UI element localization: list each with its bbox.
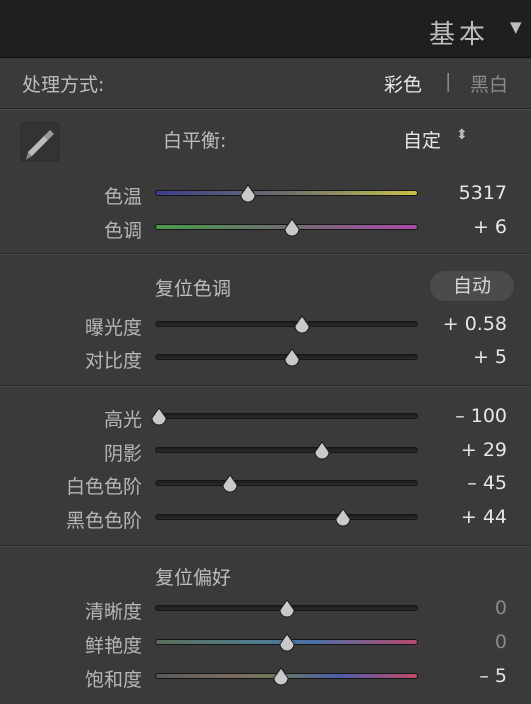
- reset-presence-button[interactable]: 复位偏好: [155, 563, 231, 590]
- shadows-thumb[interactable]: [313, 441, 331, 461]
- vibrance-label: 鲜艳度: [84, 635, 142, 657]
- whites-thumb[interactable]: [221, 474, 239, 494]
- temp-track[interactable]: [155, 190, 418, 196]
- tint-thumb[interactable]: [283, 218, 301, 238]
- exposure-thumb[interactable]: [293, 315, 311, 335]
- eyedropper-icon[interactable]: [18, 120, 62, 164]
- panel-title: 基本: [429, 20, 490, 50]
- wb-value[interactable]: 自定: [403, 126, 441, 153]
- whites-label: 白色色阶: [65, 476, 142, 498]
- exposure-track[interactable]: [155, 321, 418, 327]
- saturation-label: 饱和度: [84, 669, 142, 691]
- blacks-track[interactable]: [155, 514, 418, 520]
- whites-track[interactable]: [155, 480, 418, 486]
- panel-header[interactable]: 基本 ▼: [0, 0, 531, 58]
- saturation-thumb[interactable]: [272, 667, 290, 687]
- saturation-value[interactable]: – 5: [417, 665, 507, 687]
- shadows-label: 阴影: [103, 443, 142, 465]
- treatment-bw-option[interactable]: 黑白: [470, 70, 508, 97]
- vibrance-thumb[interactable]: [278, 633, 296, 653]
- updown-arrows-icon[interactable]: ⬍: [456, 127, 468, 143]
- divider: [0, 545, 531, 547]
- divider: [0, 108, 531, 110]
- temp-thumb[interactable]: [239, 184, 257, 204]
- highlights-track[interactable]: [155, 413, 418, 419]
- reset-tone-button[interactable]: 复位色调: [155, 274, 231, 301]
- contrast-thumb[interactable]: [283, 348, 301, 368]
- contrast-value[interactable]: + 5: [417, 346, 507, 368]
- clarity-label: 清晰度: [84, 601, 142, 623]
- temp-label: 色温: [103, 186, 142, 208]
- divider: [0, 253, 531, 255]
- blacks-value[interactable]: + 44: [417, 506, 507, 528]
- tint-value[interactable]: + 6: [417, 216, 507, 238]
- contrast-label: 对比度: [84, 350, 142, 372]
- shadows-track[interactable]: [155, 447, 418, 453]
- treatment-label: 处理方式:: [22, 74, 105, 96]
- wb-label: 白平衡:: [163, 130, 227, 152]
- clarity-value[interactable]: 0: [417, 597, 507, 619]
- blacks-label: 黑色色阶: [65, 510, 142, 532]
- blacks-thumb[interactable]: [334, 508, 352, 528]
- highlights-thumb[interactable]: [150, 407, 168, 427]
- tint-label: 色调: [103, 220, 142, 242]
- highlights-label: 高光: [103, 409, 142, 431]
- treatment-separator: |: [445, 70, 452, 92]
- shadows-value[interactable]: + 29: [417, 439, 507, 461]
- highlights-value[interactable]: – 100: [417, 405, 507, 427]
- exposure-label: 曝光度: [84, 317, 142, 339]
- auto-tone-button[interactable]: 自动: [430, 271, 514, 301]
- whites-value[interactable]: – 45: [417, 472, 507, 494]
- vibrance-value[interactable]: 0: [417, 631, 507, 653]
- clarity-thumb[interactable]: [278, 599, 296, 619]
- divider: [0, 385, 531, 387]
- exposure-value[interactable]: + 0.58: [417, 313, 507, 335]
- temp-value[interactable]: 5317: [417, 182, 507, 204]
- triangle-down-icon[interactable]: ▼: [510, 18, 522, 36]
- treatment-color-option[interactable]: 彩色: [384, 70, 422, 97]
